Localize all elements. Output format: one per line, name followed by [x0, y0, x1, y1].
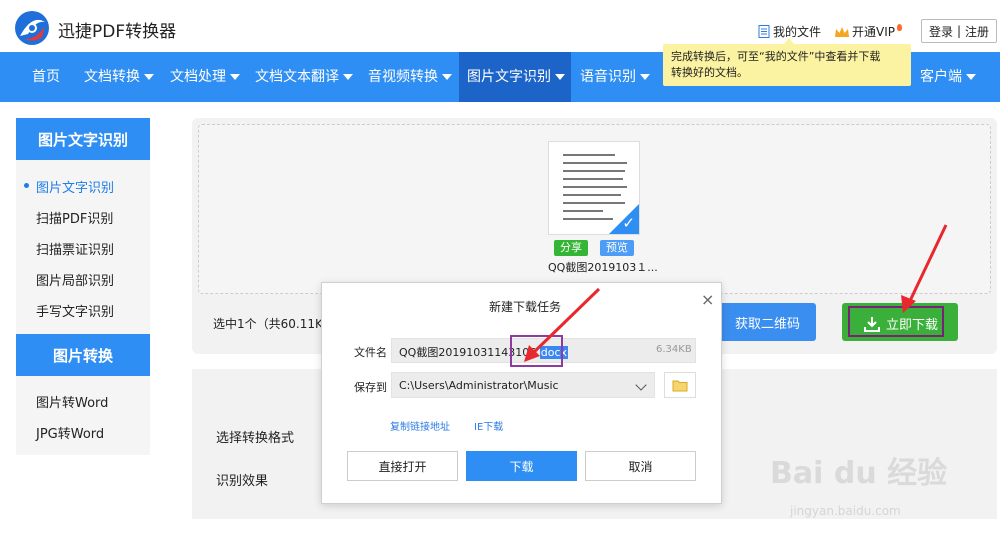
effect-label: 识别效果 [216, 474, 269, 489]
sidebar-item-label: 扫描PDF识别 [36, 212, 114, 227]
sidebar-item-scan-receipt[interactable]: 扫描票证识别 [36, 239, 114, 258]
sidebar-item-partial-ocr[interactable]: 图片局部识别 [36, 270, 114, 289]
app-title: 迅捷PDF转换器 [58, 22, 177, 42]
thumb-text-line [563, 194, 621, 196]
sidebar-item-scan-pdf[interactable]: 扫描PDF识别 [36, 208, 113, 227]
file-list-icon [758, 25, 770, 38]
caret-down-icon [555, 74, 565, 80]
watermark-url: jingyan.baidu.com [790, 504, 901, 518]
caret-down-icon [442, 74, 452, 80]
sidebar-section-title: 图片转换 [16, 334, 150, 376]
sidebar-item-label: 图片文字识别 [36, 181, 115, 196]
sidebar-item-label: JPG转Word [36, 427, 105, 442]
app-logo-icon [15, 11, 49, 45]
thumb-text-line [563, 186, 627, 188]
active-bullet-icon [24, 183, 29, 188]
thumb-text-line [563, 154, 615, 156]
nav-doc-convert[interactable]: 文档转换 [84, 52, 154, 102]
vip-link[interactable]: 开通VIP [834, 23, 902, 40]
sidebar-item-label: 图片转Word [36, 396, 109, 411]
register-link[interactable]: 注册 [965, 23, 989, 40]
dialog-title: 新建下载任务 [489, 300, 562, 314]
highlight-frame [848, 306, 944, 337]
ie-download-link[interactable]: IE下载 [474, 418, 503, 433]
filename-label: 文件名 [354, 346, 387, 359]
nav-label: 客户端 [920, 69, 962, 85]
nav-label: 图片文字识别 [467, 69, 551, 85]
my-files-tooltip: 完成转换后，可至“我的文件”中查看并下载 转换好的文档。 [663, 44, 911, 86]
nav-label: 文档文本翻译 [255, 69, 339, 85]
watermark-logo: Bai du 经验 [770, 456, 948, 491]
thumbnail-filename: QQ截图2019103１... [548, 261, 658, 274]
caret-down-icon [640, 74, 650, 80]
thumb-text-line [563, 178, 623, 180]
file-size: 6.34KB [656, 344, 692, 355]
nav-voice-recognition[interactable]: 语音识别 [580, 52, 650, 102]
sidebar-item-label: 图片局部识别 [36, 274, 115, 289]
caret-down-icon [343, 74, 353, 80]
highlight-frame [510, 335, 563, 367]
separator: | [956, 24, 962, 38]
tooltip-line: 完成转换后，可至“我的文件”中查看并下载 [671, 50, 881, 63]
nav-label: 语音识别 [580, 69, 636, 85]
preview-button[interactable]: 预览 [600, 240, 634, 256]
sidebar-item-jpg-to-word[interactable]: JPG转Word [36, 423, 104, 442]
open-directly-button[interactable]: 直接打开 [347, 451, 458, 481]
nav-label: 音视频转换 [368, 69, 438, 85]
login-register-box: 登录 | 注册 [921, 19, 997, 43]
nav-client[interactable]: 客户端 [920, 52, 976, 102]
sidebar-item-label: 扫描票证识别 [36, 243, 115, 258]
cancel-button[interactable]: 取消 [585, 451, 696, 481]
nav-label: 文档处理 [170, 69, 226, 85]
nav-label: 首页 [32, 69, 60, 85]
selected-count: 选中1个（共60.11K） [213, 317, 335, 331]
caret-down-icon [966, 74, 976, 80]
nav-doc-translate[interactable]: 文档文本翻译 [255, 52, 353, 102]
format-label: 选择转换格式 [216, 431, 295, 446]
close-icon[interactable]: × [701, 290, 714, 309]
sidebar-item-image-to-word[interactable]: 图片转Word [36, 392, 108, 411]
login-link[interactable]: 登录 [929, 23, 953, 40]
sidebar-section-title: 图片文字识别 [16, 118, 150, 160]
nav-av-convert[interactable]: 音视频转换 [368, 52, 452, 102]
vip-label: 开通VIP [852, 25, 895, 39]
nav-label: 文档转换 [84, 69, 140, 85]
share-button[interactable]: 分享 [554, 240, 588, 256]
saveto-label: 保存到 [354, 381, 387, 394]
crown-icon [835, 26, 849, 37]
tooltip-line: 转换好的文档。 [671, 66, 748, 79]
hot-badge-icon [897, 24, 902, 31]
caret-down-icon [230, 74, 240, 80]
thumb-text-line [563, 162, 627, 164]
download-button[interactable]: 下载 [466, 451, 577, 481]
browse-folder-button[interactable] [664, 372, 696, 398]
nav-image-ocr[interactable]: 图片文字识别 [459, 52, 571, 102]
folder-icon [672, 380, 688, 391]
sidebar-item-image-ocr[interactable]: 图片文字识别 [24, 177, 115, 196]
my-files-label: 我的文件 [773, 25, 822, 39]
caret-down-icon [144, 74, 154, 80]
sidebar-item-handwriting[interactable]: 手写文字识别 [36, 301, 114, 320]
saveto-path: C:\Users\Administrator\Music [399, 379, 559, 392]
sidebar: 图片文字识别 图片文字识别 扫描PDF识别 扫描票证识别 图片局部识别 手写文字… [16, 118, 150, 455]
check-icon: ✓ [622, 214, 635, 232]
nav-home[interactable]: 首页 [32, 52, 60, 102]
copy-link-button[interactable]: 复制链接地址 [390, 418, 450, 433]
sidebar-item-label: 手写文字识别 [36, 305, 115, 320]
qrcode-label: 获取二维码 [734, 316, 800, 332]
file-thumbnail[interactable]: ✓ [548, 141, 640, 235]
thumb-text-line [563, 218, 613, 220]
thumb-text-line [563, 210, 603, 212]
thumb-text-line [563, 170, 625, 172]
nav-doc-process[interactable]: 文档处理 [170, 52, 240, 102]
get-qrcode-button[interactable]: 获取二维码 [716, 303, 816, 341]
